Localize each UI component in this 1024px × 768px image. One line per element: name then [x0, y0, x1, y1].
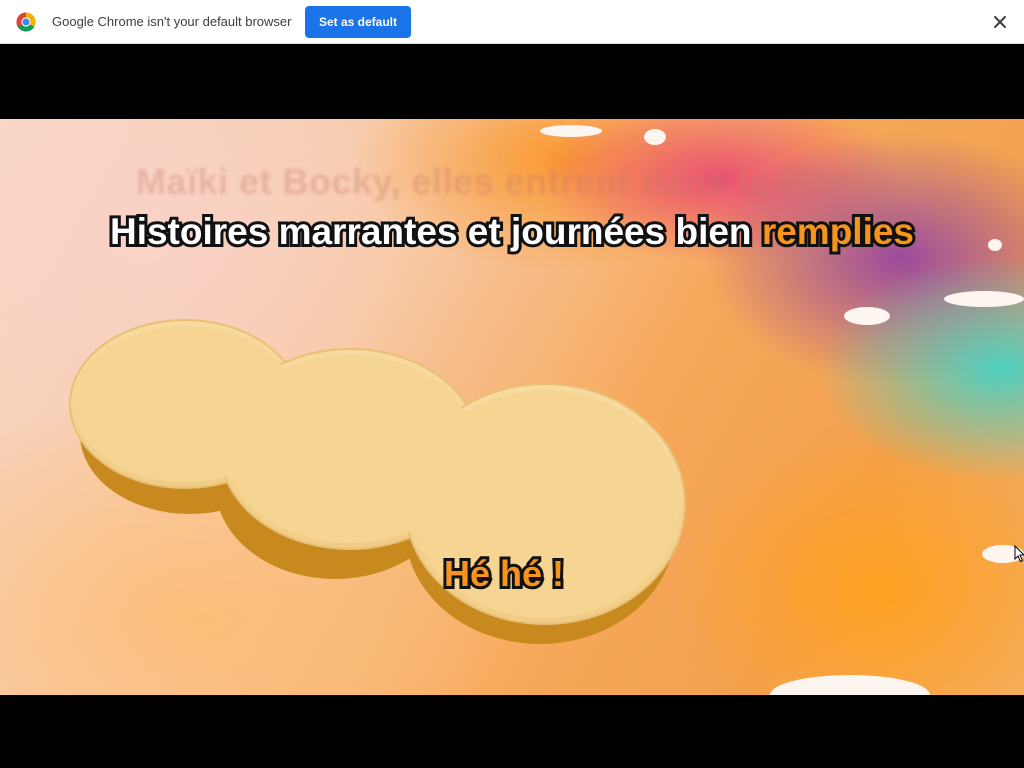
chrome-logo-icon	[16, 12, 36, 32]
lyric-sung-text: Histoires marrantes et journées bien	[107, 208, 762, 255]
lyric-highlight-word: remplies	[759, 208, 917, 255]
cloud-decoration	[770, 675, 930, 695]
cloud-decoration	[844, 307, 890, 325]
video-scene: Maïki et Bocky, elles entrent dans la fê…	[0, 119, 1024, 695]
karaoke-lyric-line: Histoires marrantes et journées bien rem…	[0, 208, 1024, 255]
karaoke-lyric-bottom: Hé hé !	[441, 550, 567, 597]
infobar-message: Google Chrome isn't your default browser	[52, 14, 292, 29]
close-icon[interactable]	[990, 12, 1010, 32]
mouse-cursor-icon	[1014, 545, 1024, 563]
default-browser-infobar: Google Chrome isn't your default browser…	[0, 0, 1024, 44]
previous-lyric-line: Maïki et Bocky, elles entrent dans la fê…	[136, 161, 845, 202]
cloud-decoration	[644, 129, 666, 145]
cloud-decoration	[540, 125, 602, 137]
biscuit-illustration	[69, 319, 686, 644]
cloud-decoration	[944, 291, 1024, 307]
set-as-default-button[interactable]: Set as default	[305, 6, 411, 38]
video-player[interactable]: Maïki et Bocky, elles entrent dans la fê…	[0, 45, 1024, 768]
